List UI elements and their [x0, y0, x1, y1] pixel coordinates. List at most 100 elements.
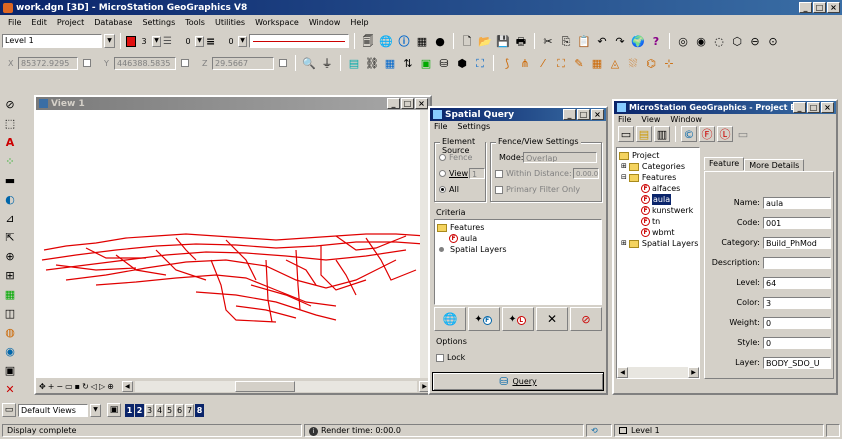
prop-style-field[interactable]: 0	[763, 337, 831, 349]
criteria-list[interactable]: Features Faula Spatial Layers	[434, 219, 602, 305]
pe-folder-icon[interactable]: ▤	[636, 126, 652, 142]
pe-view-icon[interactable]: ▥	[654, 126, 670, 142]
view-toggle-1[interactable]: 1	[125, 403, 134, 417]
within-distance-field[interactable]: 0.00.0	[573, 168, 599, 179]
record-icon[interactable]: ●	[432, 33, 448, 49]
add-feature-button[interactable]: ✦ F	[468, 307, 500, 331]
menu-help[interactable]: Help	[350, 18, 368, 27]
tree-feature-kunstwerk[interactable]: Fkunstwerk	[619, 205, 699, 216]
pe-layer-icon[interactable]: Ⓛ	[717, 126, 733, 142]
feature-icon[interactable]: ⬢	[454, 55, 470, 71]
filter-icon[interactable]: ⏚	[319, 55, 335, 71]
tree-horizontal-scrollbar[interactable]: ◀ ▶	[617, 367, 699, 378]
pe-close-button[interactable]: ×	[821, 102, 834, 113]
tree-scroll-left-icon[interactable]: ◀	[617, 367, 628, 378]
minimize-button[interactable]: _	[799, 2, 812, 13]
view-maximize-button[interactable]: □	[401, 98, 414, 109]
zoom-query-icon[interactable]: 🔍	[301, 55, 317, 71]
render-wire-icon[interactable]: ◉	[693, 33, 709, 49]
render-box-icon[interactable]: ⬡	[729, 33, 745, 49]
render-sphere-icon[interactable]: ◎	[675, 33, 691, 49]
level-dropdown-arrow-icon[interactable]: ▼	[104, 34, 115, 48]
prop-level-field[interactable]: 64	[763, 277, 831, 289]
view-horizontal-scrollbar[interactable]	[134, 381, 417, 392]
polygon-tool-icon[interactable]: ⊿	[2, 210, 18, 226]
link-icon[interactable]: ⛓	[364, 55, 380, 71]
y-coordinate-field[interactable]: 446388.5835	[114, 56, 176, 70]
view-group-select[interactable]: Default Views	[18, 403, 88, 417]
measure-icon[interactable]: ⊞	[2, 267, 18, 283]
menu-project[interactable]: Project	[57, 18, 84, 27]
arc-icon[interactable]: ◐	[2, 191, 18, 207]
menu-file[interactable]: File	[8, 18, 21, 27]
database-icon[interactable]: ▤	[346, 55, 362, 71]
view-toggle-5[interactable]: 5	[165, 403, 174, 417]
menu-workspace[interactable]: Workspace	[255, 18, 299, 27]
tab-feature[interactable]: Feature	[704, 157, 745, 170]
raster-icon[interactable]: ▣	[2, 362, 18, 378]
z-lock-checkbox[interactable]	[279, 59, 287, 67]
sq-maximize-button[interactable]: □	[577, 109, 590, 120]
new-file-icon[interactable]: 🗋	[459, 33, 475, 49]
x-lock-checkbox[interactable]	[83, 59, 91, 67]
cut-icon[interactable]: ✂	[540, 33, 556, 49]
style-dropdown-arrow-icon[interactable]: ▼	[195, 35, 204, 47]
menu-utilities[interactable]: Utilities	[215, 18, 245, 27]
grid-icon[interactable]: ▦	[414, 33, 430, 49]
delete-icon[interactable]: ✕	[2, 381, 18, 397]
view-toggle-7[interactable]: 7	[185, 403, 194, 417]
tree-scroll-right-icon[interactable]: ▶	[688, 367, 699, 378]
sq-minimize-button[interactable]: _	[563, 109, 576, 120]
linestyle-preview[interactable]	[249, 34, 349, 48]
overlay-icon[interactable]: ⛆	[625, 55, 641, 71]
prop-code-field[interactable]: 001	[763, 217, 831, 229]
source-fence-radio[interactable]: Fence	[439, 153, 472, 162]
criteria-spatial-layers-item[interactable]: Spatial Layers	[437, 244, 601, 255]
prop-description-field[interactable]	[763, 257, 831, 269]
view-toggle-4[interactable]: 4	[155, 403, 164, 417]
label-icon[interactable]: ✎	[571, 55, 587, 71]
view-toggle-8[interactable]: 8	[195, 403, 204, 417]
table-icon[interactable]: ▦	[382, 55, 398, 71]
print-preview-icon[interactable]: 🗐	[360, 33, 376, 49]
form-icon[interactable]: ▣	[418, 55, 434, 71]
prop-category-field[interactable]: Build_PhMod	[763, 237, 831, 249]
criteria-aula-item[interactable]: Faula	[437, 233, 601, 244]
menu-database[interactable]: Database	[94, 18, 132, 27]
source-all-radio[interactable]: All	[439, 185, 459, 194]
within-distance-checkbox[interactable]: Within Distance:	[495, 169, 572, 178]
globe-help-icon[interactable]: 🌍	[630, 33, 646, 49]
sq-close-button[interactable]: ×	[591, 109, 604, 120]
menu-window[interactable]: Window	[309, 18, 341, 27]
pe-menu-file[interactable]: File	[618, 115, 631, 124]
hatch-icon[interactable]: ▦	[589, 55, 605, 71]
globe-icon[interactable]: 🌐	[378, 33, 394, 49]
tree-feature-tn[interactable]: Ftn	[619, 216, 699, 227]
clear-criteria-button[interactable]: ⊘	[570, 307, 602, 331]
modify-icon[interactable]: ▦	[2, 286, 18, 302]
x-coordinate-field[interactable]: 85372.9295	[18, 56, 78, 70]
text-icon[interactable]: A	[2, 134, 18, 150]
view-window-area-icon[interactable]: ▭	[65, 382, 73, 391]
maximize-button[interactable]: □	[813, 2, 826, 13]
tree-feature-aula[interactable]: Faula	[619, 194, 699, 205]
lock-checkbox[interactable]: Lock	[436, 353, 465, 362]
buffer-icon[interactable]: ◬	[607, 55, 623, 71]
sq-menu-file[interactable]: File	[434, 122, 447, 131]
color-swatch[interactable]	[126, 35, 136, 47]
manipulate-icon[interactable]: ⇱	[2, 229, 18, 245]
view-pan-icon[interactable]: ✥	[39, 382, 46, 391]
prop-weight-field[interactable]: 0	[763, 317, 831, 329]
element-selection-icon[interactable]: ⊘	[2, 96, 18, 112]
line-icon[interactable]: ⁄	[535, 55, 551, 71]
open-folder-icon[interactable]: 📂	[477, 33, 493, 49]
view-attributes-icon[interactable]: ⊕	[107, 382, 114, 391]
view-next-icon[interactable]: ▷	[99, 382, 105, 391]
layer-icon[interactable]: ⛁	[436, 55, 452, 71]
cell-icon[interactable]: ◍	[2, 324, 18, 340]
menu-settings[interactable]: Settings	[142, 18, 175, 27]
z-coordinate-field[interactable]: 29.5667	[212, 56, 274, 70]
menu-tools[interactable]: Tools	[185, 18, 205, 27]
query-icon[interactable]: ⛶	[472, 55, 488, 71]
status-snap[interactable]: ⟲	[586, 424, 612, 437]
